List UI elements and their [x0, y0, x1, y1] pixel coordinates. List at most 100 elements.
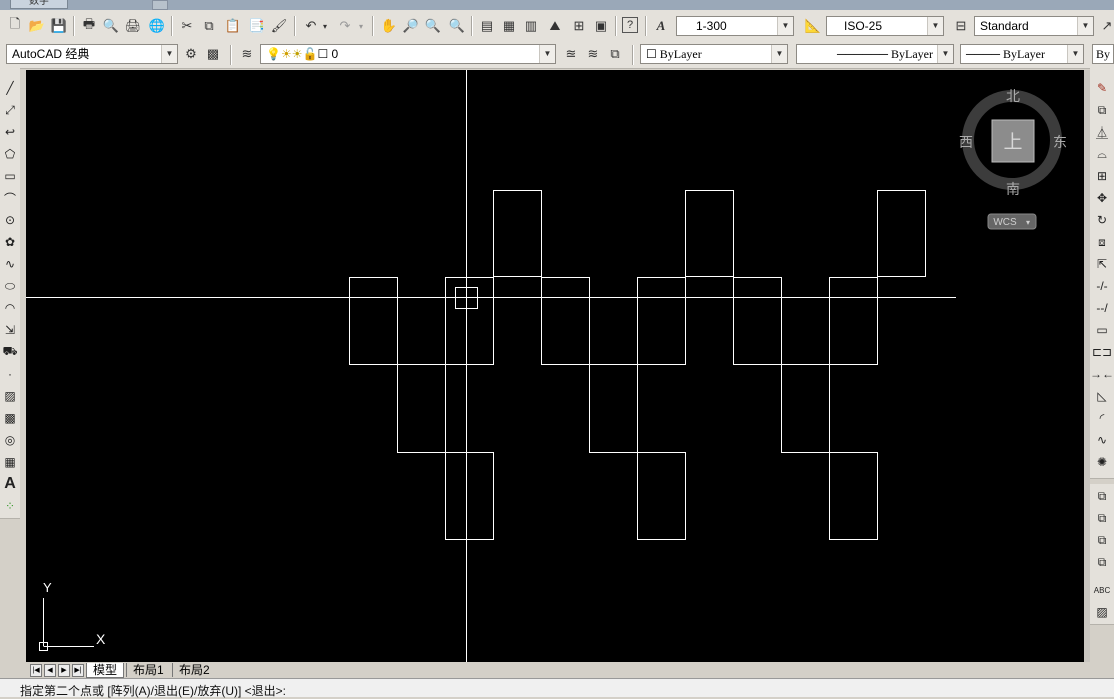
- extend-icon[interactable]: --/: [1093, 298, 1111, 318]
- print-preview-icon[interactable]: 🔍: [102, 17, 120, 35]
- blend-curves-icon[interactable]: ∿: [1093, 430, 1111, 450]
- undo-dropdown-icon[interactable]: ▾: [320, 17, 330, 35]
- tab-layout2[interactable]: 布局2: [172, 663, 216, 677]
- drawing-canvas[interactable]: Y X 上 北 南 东 西 WCS ▾: [26, 70, 1084, 662]
- color-combo[interactable]: ☐ ByLayer ▼: [640, 44, 788, 64]
- send-to-back-icon[interactable]: ⧉: [1093, 508, 1111, 528]
- sheet-set-icon[interactable]: ⛰: [546, 17, 564, 35]
- cut-icon[interactable]: ✂: [178, 17, 196, 35]
- compass-north[interactable]: 北: [1006, 89, 1020, 105]
- print-icon[interactable]: 🖶: [80, 16, 98, 35]
- properties-icon[interactable]: ▤: [478, 17, 496, 35]
- workspace-combo[interactable]: AutoCAD 经典 ▼: [6, 44, 178, 64]
- move-icon[interactable]: ✥: [1093, 188, 1111, 208]
- pan-icon[interactable]: ✋: [380, 17, 398, 35]
- make-block-icon[interactable]: ⛟: [1, 342, 19, 362]
- text-front-icon[interactable]: ABC: [1093, 580, 1111, 600]
- bring-above-icon[interactable]: ⧉: [1093, 530, 1111, 550]
- calculator-icon[interactable]: ▣: [592, 17, 610, 35]
- circle-icon[interactable]: ⊙: [1, 210, 19, 230]
- publish-icon[interactable]: 🖨: [124, 17, 142, 35]
- hatch-back-icon[interactable]: ▨: [1093, 602, 1111, 622]
- layer-combo[interactable]: 💡☀☀🔓☐ 0 ▼: [260, 44, 556, 64]
- rotate-icon[interactable]: ↻: [1093, 210, 1111, 230]
- 3d-dwf-icon[interactable]: 🌐: [148, 17, 166, 35]
- help-icon[interactable]: ?: [622, 17, 638, 33]
- paste-icon[interactable]: 📋: [224, 17, 242, 35]
- rect-mid-4[interactable]: [637, 277, 686, 365]
- arc-icon[interactable]: ⌒: [1, 188, 19, 208]
- polygon-icon[interactable]: ⬠: [1, 144, 19, 164]
- chamfer-icon[interactable]: ◺: [1093, 386, 1111, 406]
- offset-icon[interactable]: ⌓: [1093, 144, 1111, 164]
- point-icon[interactable]: ·: [1, 364, 19, 384]
- compass-south[interactable]: 南: [1006, 182, 1020, 198]
- ellipse-icon[interactable]: ⬭: [1, 276, 19, 296]
- make-current-icon[interactable]: ≊: [562, 45, 580, 63]
- ellipse-arc-icon[interactable]: ◠: [1, 298, 19, 318]
- save-icon[interactable]: 💾: [50, 17, 68, 35]
- revision-cloud-icon[interactable]: ✿: [1, 232, 19, 252]
- table-style-combo[interactable]: Standard ▼: [974, 16, 1094, 36]
- mirror-icon[interactable]: ⏅: [1093, 122, 1111, 142]
- dimension-style-combo[interactable]: ISO-25 ▼: [826, 16, 944, 36]
- trim-icon[interactable]: -/-: [1093, 276, 1111, 296]
- zoom-previous-icon[interactable]: 🔍: [448, 17, 466, 35]
- rect-bottom-1[interactable]: [445, 452, 494, 540]
- erase-icon[interactable]: ✎: [1093, 78, 1111, 98]
- tab-layout1[interactable]: 布局1: [126, 663, 170, 677]
- command-line[interactable]: 指定第二个点或 [阵列(A)/退出(E)/放弃(U)] <退出>:: [0, 678, 1114, 698]
- array-icon[interactable]: ⊞: [1093, 166, 1111, 186]
- match-properties-icon[interactable]: 🖌: [270, 17, 288, 35]
- send-under-icon[interactable]: ⧉: [1093, 552, 1111, 572]
- rectangle-icon[interactable]: ▭: [1, 166, 19, 186]
- copy-icon[interactable]: ⧉: [200, 17, 218, 35]
- rect-bottom-3[interactable]: [829, 452, 878, 540]
- workspace-settings-icon[interactable]: ⚙: [182, 45, 200, 63]
- construction-line-icon[interactable]: ⤢: [1, 100, 19, 120]
- join-icon[interactable]: →←: [1090, 364, 1114, 384]
- multileader-style-icon[interactable]: ↗: [1098, 17, 1114, 35]
- tool-palettes-icon[interactable]: ▥: [522, 17, 540, 35]
- insert-block-icon[interactable]: ⇲: [1, 320, 19, 340]
- lineweight-combo[interactable]: ──── ByLayer ▼: [960, 44, 1084, 64]
- rect-top-2[interactable]: [685, 190, 734, 277]
- explode-icon[interactable]: ✺: [1093, 452, 1111, 472]
- open-icon[interactable]: 📂: [28, 17, 46, 35]
- plotstyle-combo[interactable]: By: [1092, 44, 1114, 64]
- viewcube[interactable]: 上 北 南 东 西 WCS ▾: [959, 89, 1067, 230]
- rect-low-2[interactable]: [589, 364, 638, 453]
- copy-object-icon[interactable]: ⧉: [1093, 100, 1111, 120]
- rect-low-3[interactable]: [781, 364, 830, 453]
- zoom-window-icon[interactable]: 🔍: [424, 17, 442, 35]
- redo-dropdown-icon[interactable]: ▾: [356, 17, 366, 35]
- layer-properties-icon[interactable]: ≋: [238, 45, 256, 63]
- rect-bottom-2[interactable]: [637, 452, 686, 540]
- bring-to-front-icon[interactable]: ⧉: [1093, 486, 1111, 506]
- polyline-icon[interactable]: ↩: [1, 122, 19, 142]
- layer-previous-icon[interactable]: ≋: [584, 45, 602, 63]
- vertical-scrollbar[interactable]: [1084, 70, 1090, 662]
- new-tab-button[interactable]: [152, 0, 168, 10]
- redo-icon[interactable]: ↷: [336, 17, 354, 35]
- prev-tab-icon[interactable]: ◀: [44, 664, 56, 677]
- document-tab[interactable]: 数字: [10, 0, 68, 9]
- break-icon[interactable]: ⊏⊐: [1092, 342, 1112, 362]
- hatch-icon[interactable]: ▨: [1, 386, 19, 406]
- next-tab-icon[interactable]: ▶: [58, 664, 70, 677]
- rect-low-1[interactable]: [397, 364, 446, 453]
- add-selected-icon[interactable]: ⁘: [1, 496, 19, 516]
- first-tab-icon[interactable]: |◀: [30, 664, 42, 677]
- break-at-point-icon[interactable]: ▭: [1093, 320, 1111, 340]
- spline-icon[interactable]: ∿: [1, 254, 19, 274]
- customize-icon[interactable]: ▩: [204, 45, 222, 63]
- stretch-icon[interactable]: ⇱: [1093, 254, 1111, 274]
- layer-state-icon[interactable]: ⧉: [606, 45, 624, 63]
- region-icon[interactable]: ◎: [1, 430, 19, 450]
- scale-icon[interactable]: ⧈: [1093, 232, 1111, 252]
- table-icon[interactable]: ▦: [1, 452, 19, 472]
- linetype-combo[interactable]: ────── ByLayer ▼: [796, 44, 954, 64]
- paste-special-icon[interactable]: 📑: [248, 17, 266, 35]
- gradient-icon[interactable]: ▩: [1, 408, 19, 428]
- undo-icon[interactable]: ↶: [302, 17, 320, 35]
